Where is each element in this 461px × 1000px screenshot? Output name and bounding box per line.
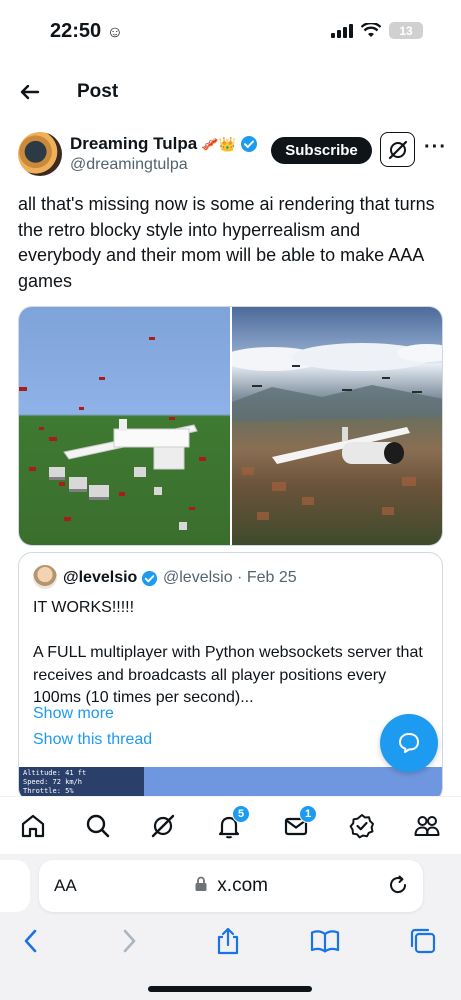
hyperreal-render-image[interactable] bbox=[222, 307, 442, 545]
home-icon bbox=[21, 814, 45, 838]
quote-line-2: A FULL multiplayer with Python websocket… bbox=[33, 644, 423, 706]
quote-avatar[interactable] bbox=[33, 565, 57, 589]
verified-icon bbox=[241, 136, 258, 152]
book-icon bbox=[310, 930, 340, 953]
status-time: 22:50 ☺ bbox=[50, 20, 123, 43]
tab-messages[interactable]: 1 bbox=[281, 805, 317, 841]
tab-search[interactable] bbox=[83, 811, 113, 841]
more-options-icon[interactable]: ··· bbox=[424, 136, 447, 159]
author-name-text: Dreaming Tulpa bbox=[70, 134, 198, 153]
chevron-right-icon bbox=[123, 929, 136, 953]
author-name[interactable]: Dreaming Tulpa 🥓👑 bbox=[70, 134, 258, 154]
compose-reply-button[interactable] bbox=[380, 714, 438, 772]
notifications-badge: 5 bbox=[232, 805, 250, 823]
blocky-plane-image bbox=[19, 337, 206, 530]
wifi-icon bbox=[361, 23, 381, 37]
status-bar: 22:50 ☺ 13 bbox=[0, 0, 461, 62]
search-icon bbox=[86, 814, 110, 838]
battery-level: 13 bbox=[399, 23, 413, 38]
quote-meta: @levelsio · Feb 25 bbox=[163, 569, 297, 586]
people-icon bbox=[414, 816, 440, 836]
blocky-game-screenshot[interactable] bbox=[19, 307, 230, 545]
hud-throttle: Throttle: 5% bbox=[23, 787, 74, 795]
grok-icon bbox=[388, 140, 407, 159]
post-text: all that's missing now is some ai render… bbox=[18, 194, 435, 291]
hud-altitude: Altitude: 41 ft bbox=[23, 769, 87, 777]
bottom-tab-bar: 5 1 bbox=[0, 796, 461, 854]
clock: 22:50 bbox=[50, 20, 102, 42]
tab-communities[interactable] bbox=[412, 811, 442, 841]
back-arrow-icon bbox=[20, 84, 40, 100]
signal-icon bbox=[331, 23, 353, 38]
show-more-link[interactable]: Show more bbox=[33, 705, 114, 723]
browser-toolbar: AA x.com bbox=[0, 854, 461, 1000]
home-indicator[interactable] bbox=[148, 986, 312, 992]
status-indicators: 13 bbox=[331, 22, 423, 39]
quote-author-name[interactable]: @levelsio bbox=[63, 569, 158, 587]
quoted-post[interactable]: @levelsio @levelsio · Feb 25 IT WORKS!!!… bbox=[18, 552, 443, 802]
reload-icon bbox=[390, 875, 407, 894]
address-bar[interactable]: AA x.com bbox=[39, 860, 423, 912]
show-thread-link[interactable]: Show this thread bbox=[33, 731, 152, 749]
quote-author-name-text: @levelsio bbox=[63, 569, 138, 586]
browser-forward-button[interactable] bbox=[114, 926, 144, 956]
author-handle[interactable]: @dreamingtulpa bbox=[70, 156, 188, 174]
verified-icon bbox=[142, 570, 158, 586]
share-icon bbox=[217, 927, 239, 955]
quote-body: IT WORKS!!!!! A FULL multiplayer with Py… bbox=[33, 597, 433, 710]
tab-grok[interactable] bbox=[148, 811, 178, 841]
smiley-icon: ☺ bbox=[106, 24, 124, 41]
url-display[interactable]: x.com bbox=[39, 875, 423, 897]
lock-icon bbox=[195, 876, 207, 891]
chat-bubble-icon bbox=[399, 733, 419, 753]
subscribe-button[interactable]: Subscribe bbox=[271, 137, 372, 164]
browser-back-button[interactable] bbox=[16, 926, 46, 956]
back-button[interactable] bbox=[16, 78, 44, 106]
reload-button[interactable] bbox=[387, 874, 409, 901]
tab-home[interactable] bbox=[18, 811, 48, 841]
hud-speed: Speed: 72 km/h bbox=[23, 778, 83, 786]
grok-button[interactable] bbox=[380, 132, 415, 167]
previous-tab-preview[interactable] bbox=[0, 860, 30, 912]
grok-icon bbox=[151, 814, 175, 838]
post-media[interactable] bbox=[18, 306, 443, 546]
verified-outline-icon bbox=[349, 814, 374, 839]
bookmarks-button[interactable] bbox=[310, 926, 340, 956]
post-author: Dreaming Tulpa 🥓👑 @dreamingtulpa Subscri… bbox=[18, 130, 446, 180]
chevron-left-icon bbox=[24, 929, 37, 953]
tab-verified[interactable] bbox=[347, 811, 377, 841]
avatar[interactable] bbox=[18, 132, 62, 176]
tabs-button[interactable] bbox=[408, 926, 438, 956]
author-emoji-badges: 🥓👑 bbox=[201, 135, 237, 152]
battery-indicator: 13 bbox=[389, 22, 423, 39]
messages-badge: 1 bbox=[299, 805, 317, 823]
page-title: Post bbox=[77, 81, 119, 102]
quote-line-1: IT WORKS!!!!! bbox=[33, 599, 135, 616]
post-header: Post bbox=[0, 74, 461, 110]
tabs-icon bbox=[410, 928, 436, 954]
url-text: x.com bbox=[217, 875, 268, 896]
share-button[interactable] bbox=[213, 926, 243, 956]
tab-notifications[interactable]: 5 bbox=[214, 805, 250, 841]
realistic-plane-image bbox=[222, 343, 442, 520]
